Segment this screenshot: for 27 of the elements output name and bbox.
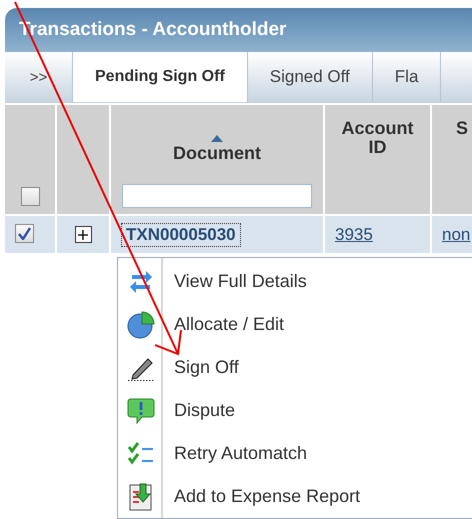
column-header[interactable]: Document <box>111 105 323 214</box>
menu-item[interactable]: Sign Off <box>118 346 472 389</box>
sort-ascending-icon <box>210 135 223 142</box>
speech-bubble-icon <box>126 396 154 424</box>
checkbox[interactable] <box>15 224 34 243</box>
pie-chart-icon <box>126 310 156 340</box>
tab[interactable]: Fla <box>372 52 442 102</box>
menu-item[interactable]: Dispute <box>118 389 472 432</box>
tab[interactable]: Pending Sign Off <box>73 52 248 102</box>
expand-button[interactable]: + <box>74 226 92 243</box>
menu-item[interactable]: Retry Automatch <box>118 432 472 475</box>
filter-field[interactable] <box>122 184 312 208</box>
column-title: S <box>454 119 469 138</box>
checklist-icon <box>128 440 154 466</box>
menu-item[interactable]: View Full Details <box>118 260 472 303</box>
column-header[interactable]: S <box>432 105 472 214</box>
account-link[interactable]: 3935 <box>335 224 373 244</box>
document-download-icon <box>128 482 152 510</box>
tab[interactable]: Signed Off <box>248 52 373 102</box>
checkbox[interactable] <box>20 187 40 206</box>
swap-arrows-icon <box>128 270 152 294</box>
document-link[interactable]: TXN00005030 <box>121 222 241 246</box>
column-title: Document <box>172 144 261 163</box>
menu-item[interactable]: Add to Expense Report <box>118 475 472 518</box>
column-title: Account ID <box>340 119 414 157</box>
menu-item[interactable]: Allocate / Edit <box>118 303 472 346</box>
column-header[interactable]: Account ID <box>325 105 430 214</box>
